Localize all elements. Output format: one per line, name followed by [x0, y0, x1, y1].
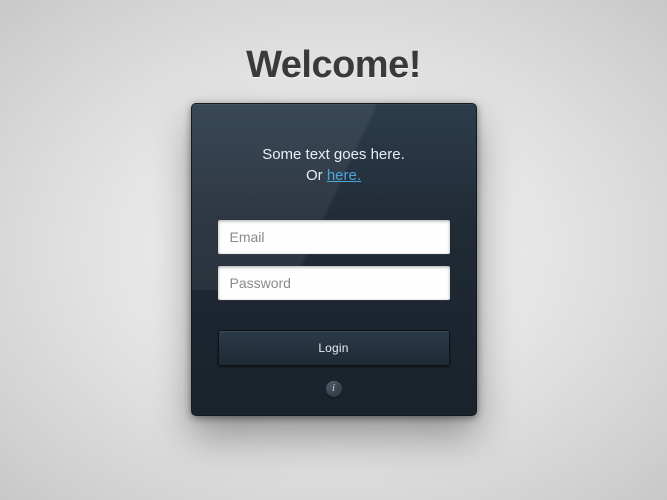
intro-text: Some text goes here. Or here. [218, 144, 450, 186]
password-field[interactable] [218, 266, 450, 300]
intro-link[interactable]: here. [327, 167, 361, 184]
email-field[interactable] [218, 220, 450, 254]
login-button[interactable]: Login [218, 330, 450, 366]
page-title: Welcome! [0, 44, 667, 87]
login-panel: Some text goes here. Or here. Login i [191, 103, 477, 416]
intro-line2-prefix: Or [306, 167, 327, 184]
info-icon[interactable]: i [326, 381, 342, 397]
intro-line1: Some text goes here. [262, 146, 405, 163]
